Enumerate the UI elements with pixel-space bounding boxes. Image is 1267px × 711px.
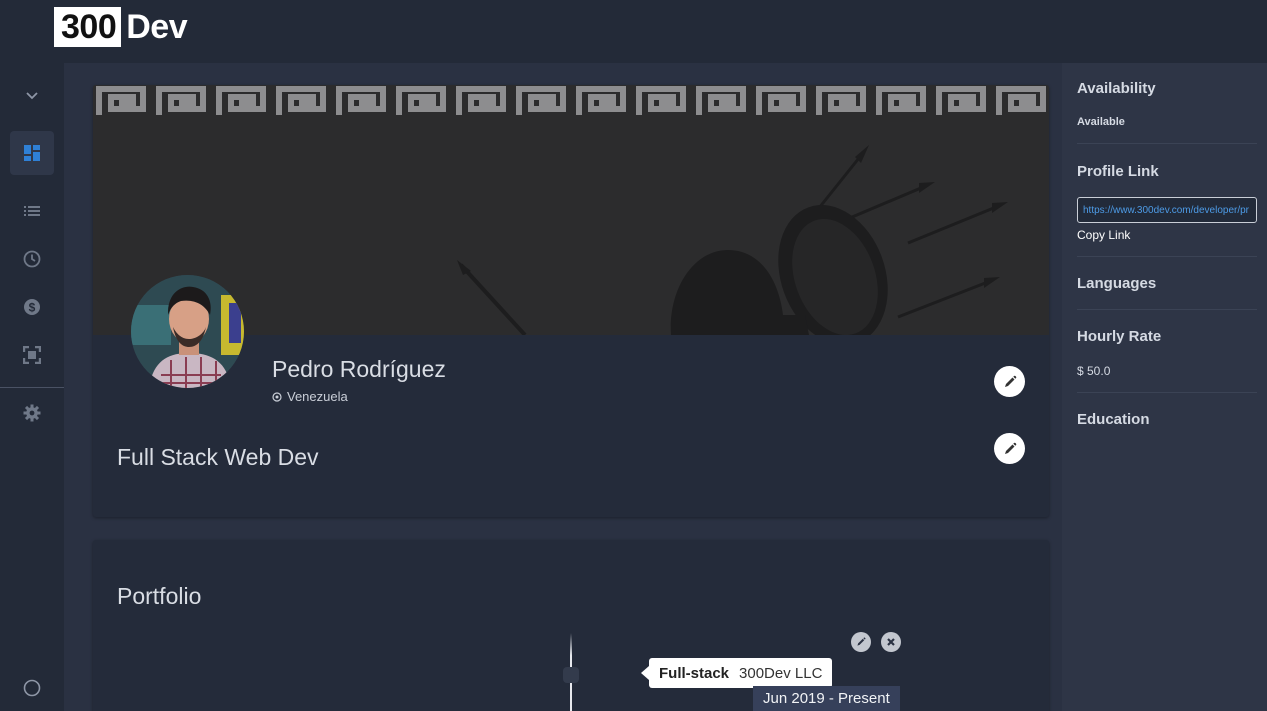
portfolio-heading: Portfolio	[117, 583, 202, 609]
sidebar: $	[0, 63, 64, 711]
close-icon	[887, 638, 895, 646]
edit-profile-button[interactable]	[994, 366, 1025, 397]
profile-location: Venezuela	[272, 389, 348, 404]
profile-title: Full Stack Web Dev	[117, 444, 319, 470]
sidebar-item-settings[interactable]	[10, 391, 54, 435]
sidebar-item-dashboard[interactable]	[10, 131, 54, 175]
copy-link-button[interactable]: Copy Link	[1077, 228, 1130, 242]
right-panel: Availability Available Profile Link Copy…	[1062, 63, 1267, 711]
svg-text:$: $	[29, 301, 36, 315]
divider	[1077, 143, 1257, 144]
sidebar-item-list[interactable]	[10, 189, 54, 233]
pencil-icon	[857, 637, 866, 646]
list-icon	[24, 206, 40, 216]
hourly-rate-heading: Hourly Rate	[1077, 328, 1162, 345]
portfolio-entry-dates: Jun 2019 - Present	[753, 686, 900, 711]
sidebar-item-history[interactable]	[10, 237, 54, 281]
delete-portfolio-entry-button[interactable]	[881, 632, 901, 652]
education-heading: Education	[1077, 411, 1150, 428]
portfolio-entry-role: Full-stack	[659, 664, 730, 682]
portfolio-entry-company: 300Dev LLC	[739, 664, 823, 682]
expand-icon	[23, 346, 41, 364]
sidebar-item-expand[interactable]	[10, 333, 54, 377]
availability-heading: Availability	[1077, 80, 1156, 97]
brand-logo[interactable]: 300 Dev	[54, 7, 188, 47]
sidebar-collapse-toggle[interactable]	[10, 73, 54, 117]
sidebar-item-payments[interactable]: $	[10, 285, 54, 329]
edit-portfolio-entry-button[interactable]	[851, 632, 871, 652]
portfolio-entry[interactable]: Full-stack 300Dev LLC	[640, 658, 833, 688]
hourly-rate-value: $ 50.0	[1077, 364, 1111, 378]
location-pin-icon	[272, 391, 282, 402]
languages-heading: Languages	[1077, 275, 1157, 292]
profile-avatar[interactable]	[131, 275, 244, 388]
profile-card: Pedro Rodríguez Venezuela Full Stack Web…	[93, 85, 1049, 517]
profile-name: Pedro Rodríguez	[272, 356, 446, 382]
divider	[1077, 392, 1257, 393]
chevron-down-icon	[26, 92, 38, 100]
sidebar-item-status[interactable]	[10, 666, 54, 710]
avatar-photo	[131, 275, 244, 388]
top-bar: 300 Dev	[0, 0, 1267, 63]
clock-icon	[23, 250, 41, 268]
dashboard-icon	[24, 145, 40, 161]
availability-value: Available	[1077, 116, 1125, 128]
edit-title-button[interactable]	[994, 433, 1025, 464]
divider	[1077, 309, 1257, 310]
brand-logo-text: Dev	[126, 7, 188, 46]
profile-banner	[93, 85, 1049, 335]
timeline-marker	[563, 667, 579, 683]
dollar-icon: $	[24, 299, 40, 315]
portfolio-card: Portfolio Full-stack 300Dev LLC Jun 2019…	[93, 540, 1049, 711]
pencil-icon	[1004, 375, 1016, 387]
greek-key-pattern	[93, 85, 1049, 335]
divider	[1077, 256, 1257, 257]
circle-icon	[23, 679, 41, 697]
profile-link-input[interactable]	[1077, 197, 1257, 223]
pencil-icon	[1004, 442, 1016, 454]
sidebar-divider	[0, 387, 64, 388]
profile-link-heading: Profile Link	[1077, 163, 1159, 180]
profile-location-text: Venezuela	[287, 389, 348, 404]
brand-logo-box: 300	[54, 7, 122, 47]
gear-icon	[23, 404, 41, 422]
